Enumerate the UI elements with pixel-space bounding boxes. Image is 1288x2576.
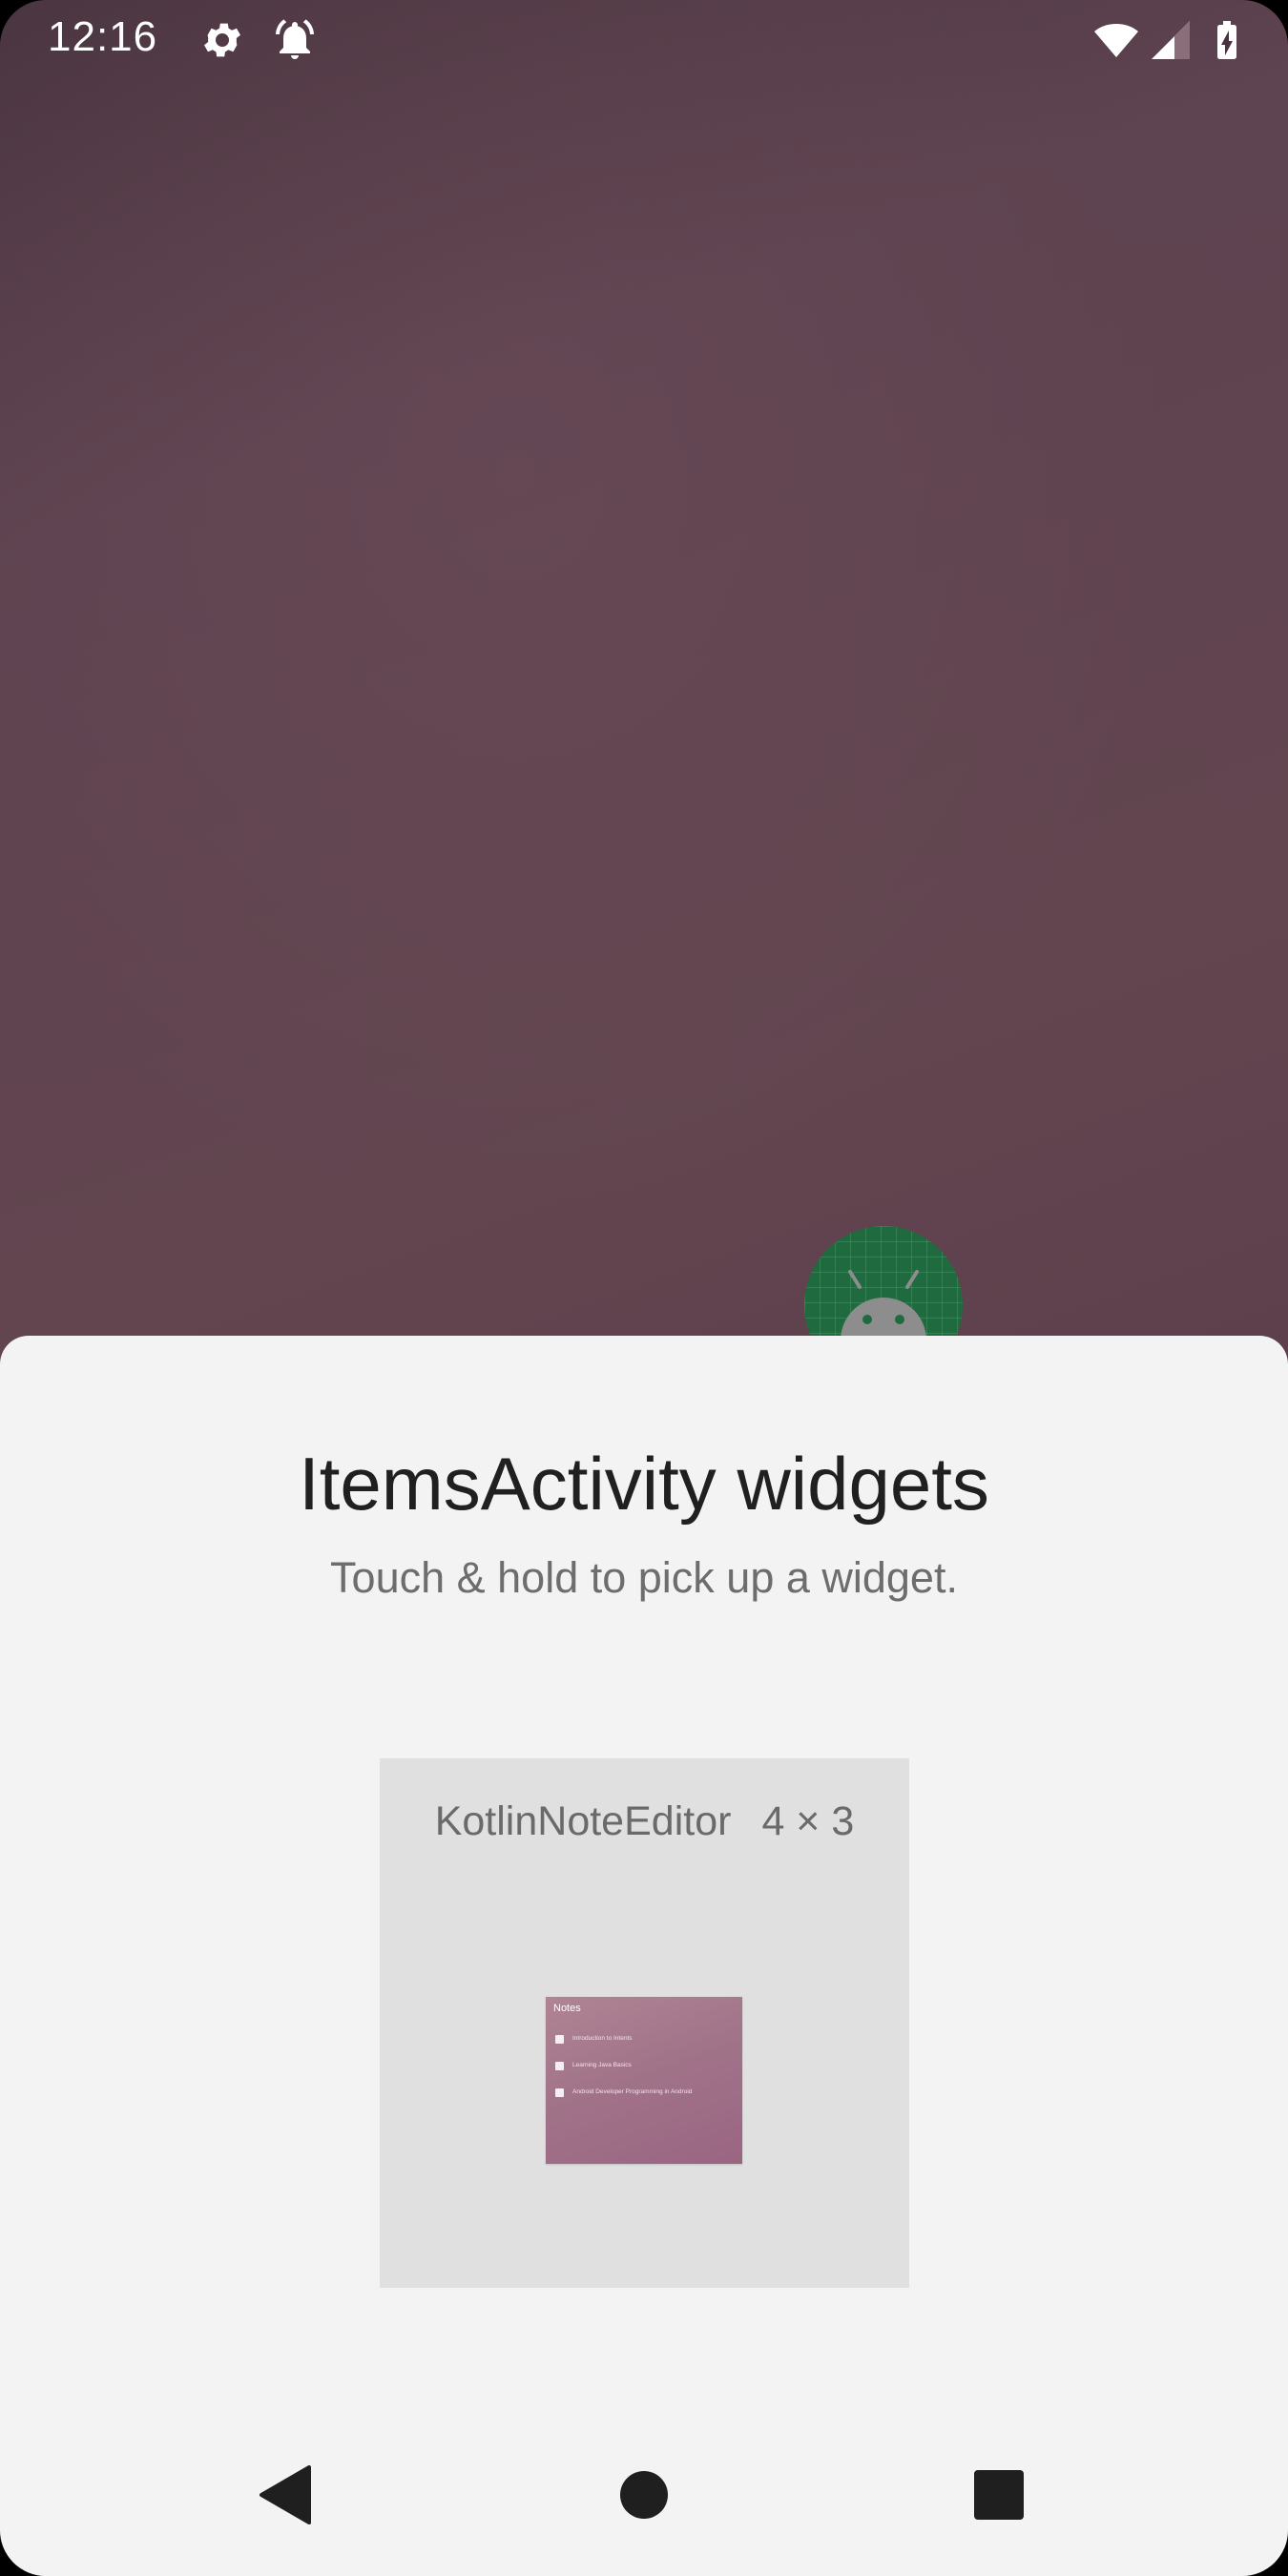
android-robot-icon [841, 1270, 926, 1340]
preview-list-item: Learning Java Basics [555, 2062, 727, 2070]
note-icon [555, 2088, 564, 2097]
widgets-bottom-sheet: ItemsActivity widgets Touch & hold to pi… [0, 1336, 1288, 2576]
preview-title: Notes [553, 2003, 581, 2014]
widget-label: KotlinNoteEditor 4 × 3 [380, 1798, 909, 1845]
navigation-bar [0, 2442, 1288, 2557]
back-icon [260, 2465, 311, 2524]
gear-icon [199, 17, 245, 63]
screen: 12:16 ItemsActivity widgets Touch & hold… [0, 0, 1288, 2576]
status-time: 12:16 [48, 13, 158, 60]
wallpaper [0, 0, 1288, 1355]
sheet-subtitle: Touch & hold to pick up a widget. [330, 1553, 958, 1602]
wifi-icon [1093, 17, 1139, 63]
recents-icon [974, 2470, 1024, 2520]
recents-button[interactable] [946, 2442, 1051, 2547]
battery-charging-icon [1204, 17, 1250, 63]
sheet-title: ItemsActivity widgets [299, 1442, 989, 1526]
preview-list-item: Android Developer Programming in Android [555, 2088, 727, 2097]
preview-list-item: Introduction to Intents [555, 2035, 727, 2044]
back-button[interactable] [234, 2442, 339, 2547]
note-icon [555, 2062, 564, 2070]
note-icon [555, 2035, 564, 2044]
alarm-icon [272, 17, 318, 63]
status-bar: 12:16 [0, 0, 1288, 82]
home-button[interactable] [592, 2442, 696, 2547]
cell-signal-icon [1148, 17, 1194, 63]
widget-card-kotlinnoteeditor[interactable]: KotlinNoteEditor 4 × 3 Notes Introduction… [380, 1758, 909, 2288]
widget-name: KotlinNoteEditor [434, 1798, 732, 1844]
widget-size: 4 × 3 [761, 1798, 855, 1844]
home-icon [620, 2471, 668, 2519]
widget-preview[interactable]: Notes Introduction to Intents Learning J… [546, 1997, 742, 2164]
